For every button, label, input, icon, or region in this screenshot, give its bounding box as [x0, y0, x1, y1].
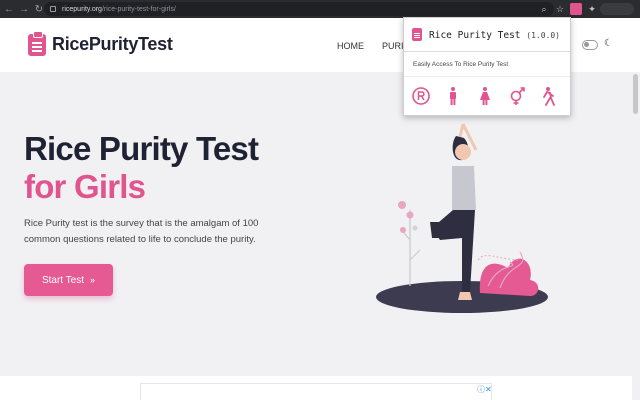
chevron-double-down-icon: »: [90, 275, 96, 285]
clipboard-icon: [412, 28, 422, 41]
extensions-puzzle-icon[interactable]: ✦: [584, 4, 600, 15]
moon-icon: ☾: [604, 38, 613, 49]
male-icon[interactable]: [442, 85, 464, 107]
popup-version: (1.0.0): [526, 31, 560, 40]
browser-actions: ⌕ ☆ ✦: [536, 0, 640, 18]
ad-choices-icon[interactable]: ⓘ✕: [477, 384, 492, 395]
hero-title-line2: for Girls: [24, 168, 146, 205]
back-icon[interactable]: ←: [3, 4, 15, 15]
start-test-label: Start Test: [41, 274, 85, 286]
person-walking-icon[interactable]: [538, 85, 560, 107]
page-scrollbar[interactable]: [632, 72, 640, 400]
flower-dot: [400, 227, 406, 233]
zoom-icon[interactable]: ⌕: [536, 4, 552, 15]
yoga-illustration: [376, 123, 548, 313]
extension-popup: Rice Purity Test (1.0.0) Easily Access T…: [403, 17, 571, 116]
extension-rice-purity-icon[interactable]: [570, 3, 582, 15]
popup-icon-row: [410, 85, 560, 107]
scrollbar-thumb[interactable]: [633, 74, 638, 114]
star-icon[interactable]: ☆: [552, 4, 568, 15]
popup-divider: [404, 76, 570, 77]
lock-icon: [50, 6, 56, 12]
address-bar[interactable]: ricepurity.org/rice-purity-test-for-girl…: [44, 2, 554, 16]
flower-dot: [398, 201, 406, 209]
flower-dot: [406, 211, 414, 219]
flower-dot: [412, 225, 418, 231]
hero-title-line1: Rice Purity Test: [24, 130, 259, 167]
female-icon[interactable]: [474, 85, 496, 107]
popup-title: Rice Purity Test (1.0.0): [429, 30, 560, 41]
illustration-bush: [479, 258, 539, 296]
ad-container[interactable]: [140, 383, 492, 400]
figure-shirt: [452, 166, 476, 210]
forward-icon[interactable]: →: [18, 4, 30, 15]
hero-description: Rice Purity test is the survey that is t…: [24, 218, 259, 245]
clipboard-logo-icon[interactable]: [28, 31, 46, 56]
gender-icon[interactable]: [506, 85, 528, 107]
dark-mode-toggle[interactable]: [582, 40, 598, 50]
start-test-button[interactable]: Start Test »: [24, 264, 113, 296]
nav-home-link[interactable]: HOME: [337, 41, 364, 51]
registered-icon[interactable]: [410, 85, 432, 107]
url-text: ricepurity.org/rice-purity-test-for-girl…: [62, 5, 176, 13]
popup-divider: [404, 51, 570, 52]
site-logo-text[interactable]: RicePurityTest: [52, 34, 173, 55]
profile-avatar[interactable]: [600, 3, 634, 15]
popup-description: Easily Access To Rice Purity Test: [413, 61, 509, 68]
